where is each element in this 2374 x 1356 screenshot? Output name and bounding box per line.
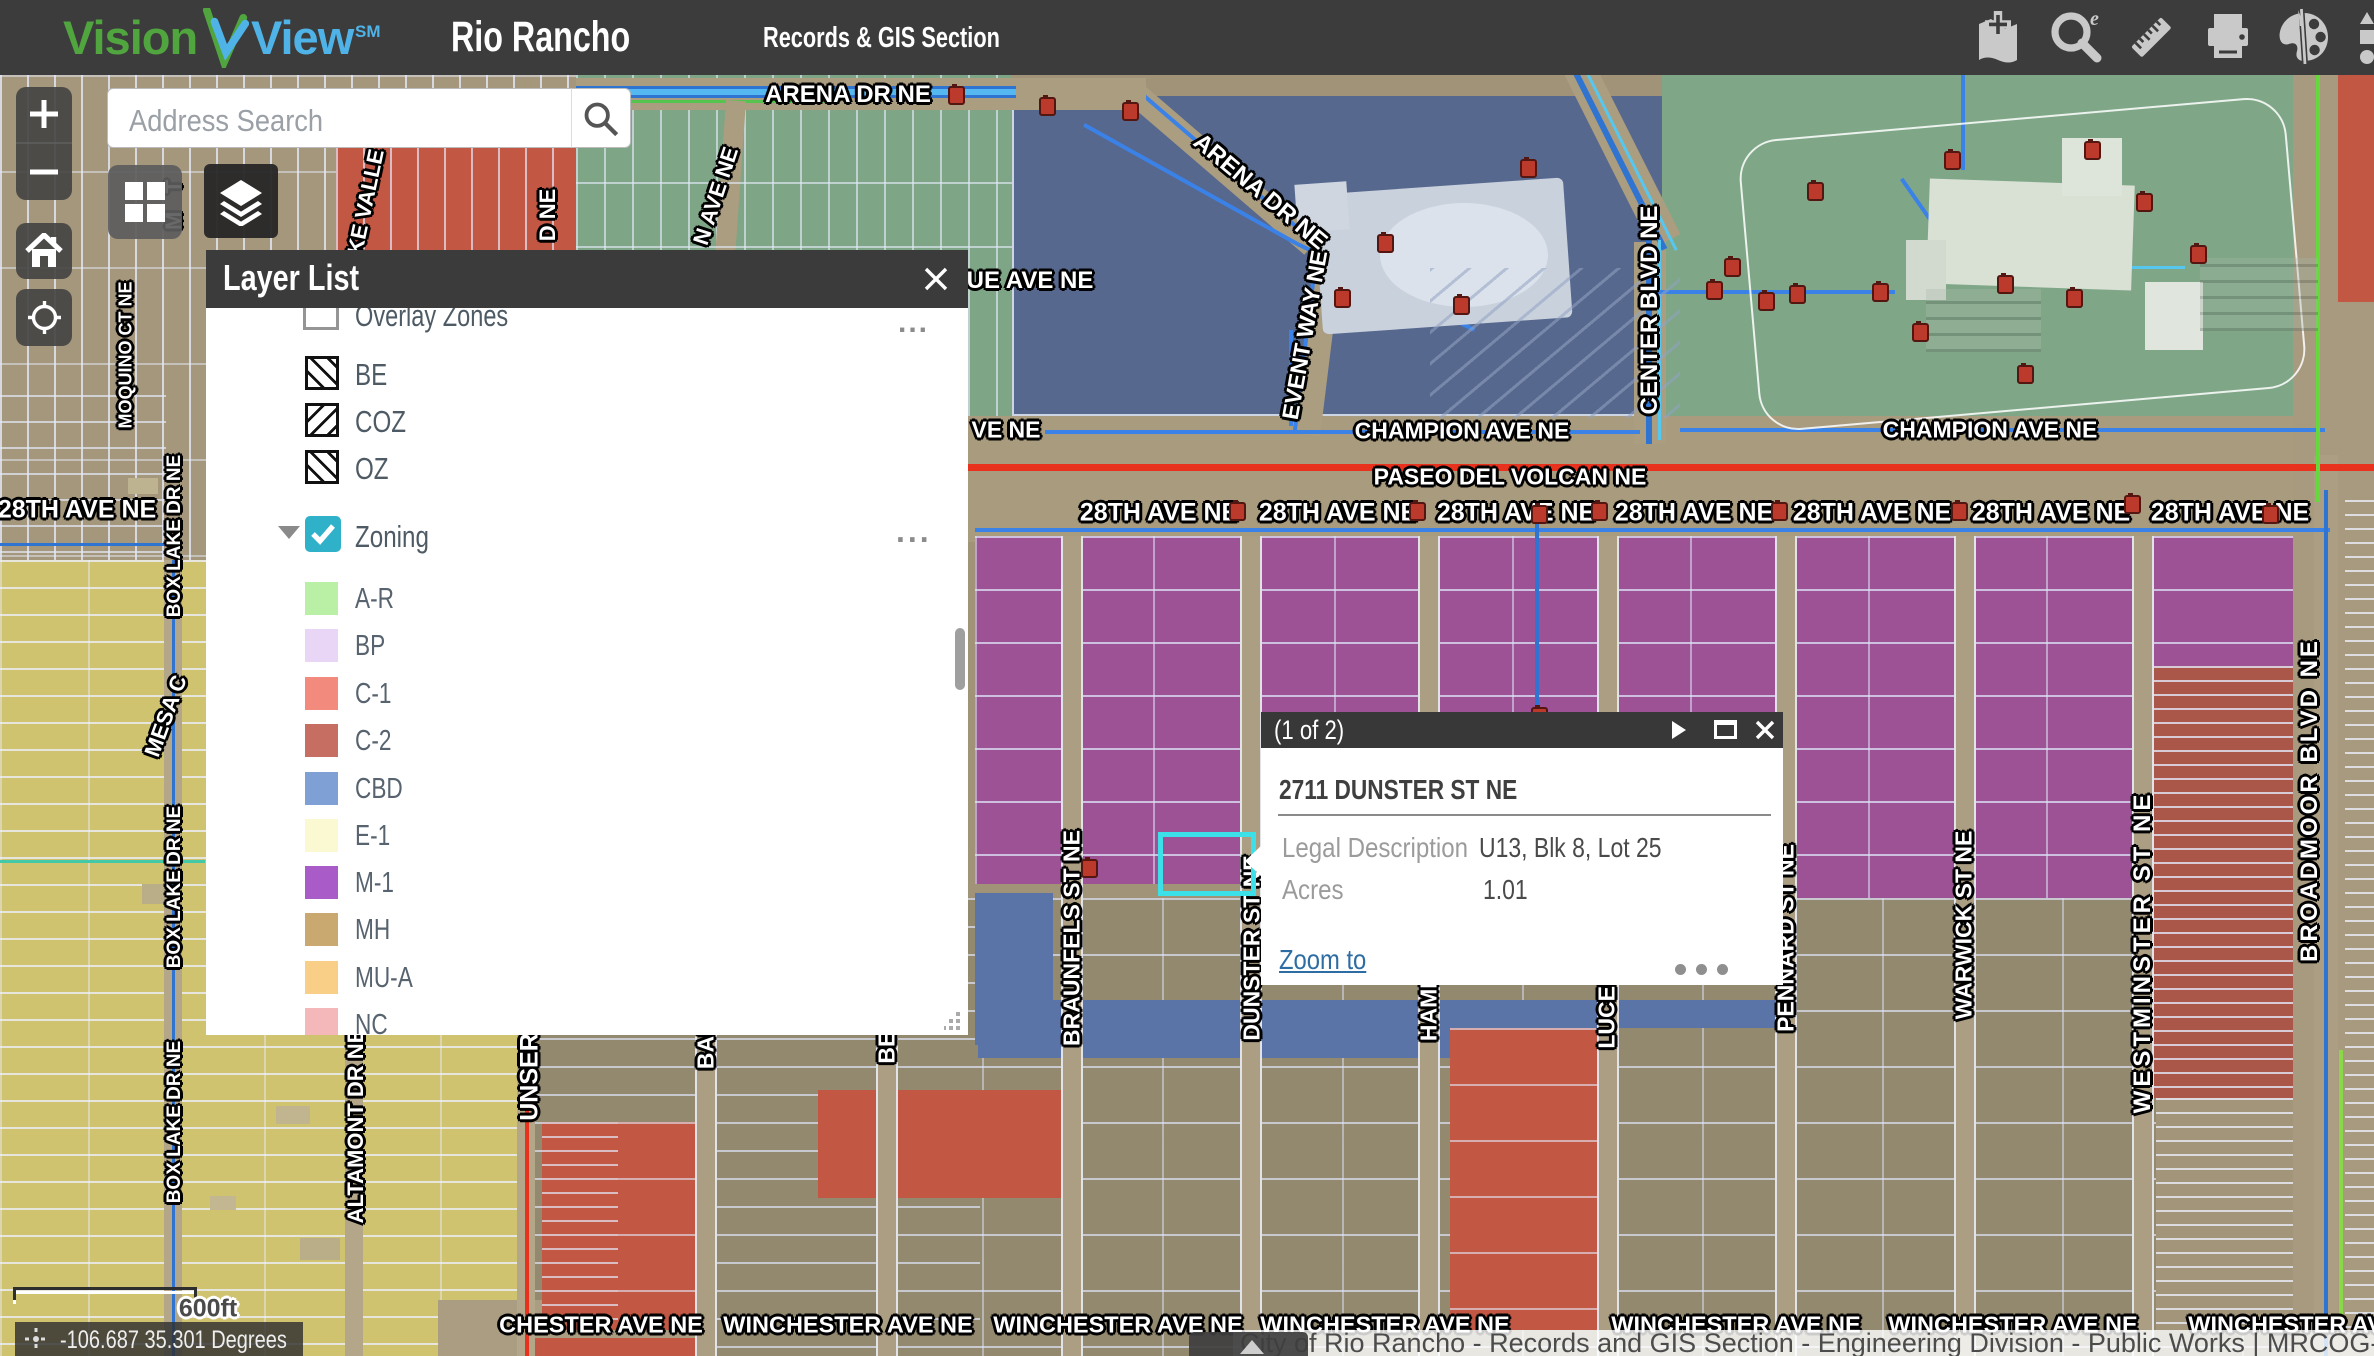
svg-text:e: e xyxy=(2090,8,2099,30)
